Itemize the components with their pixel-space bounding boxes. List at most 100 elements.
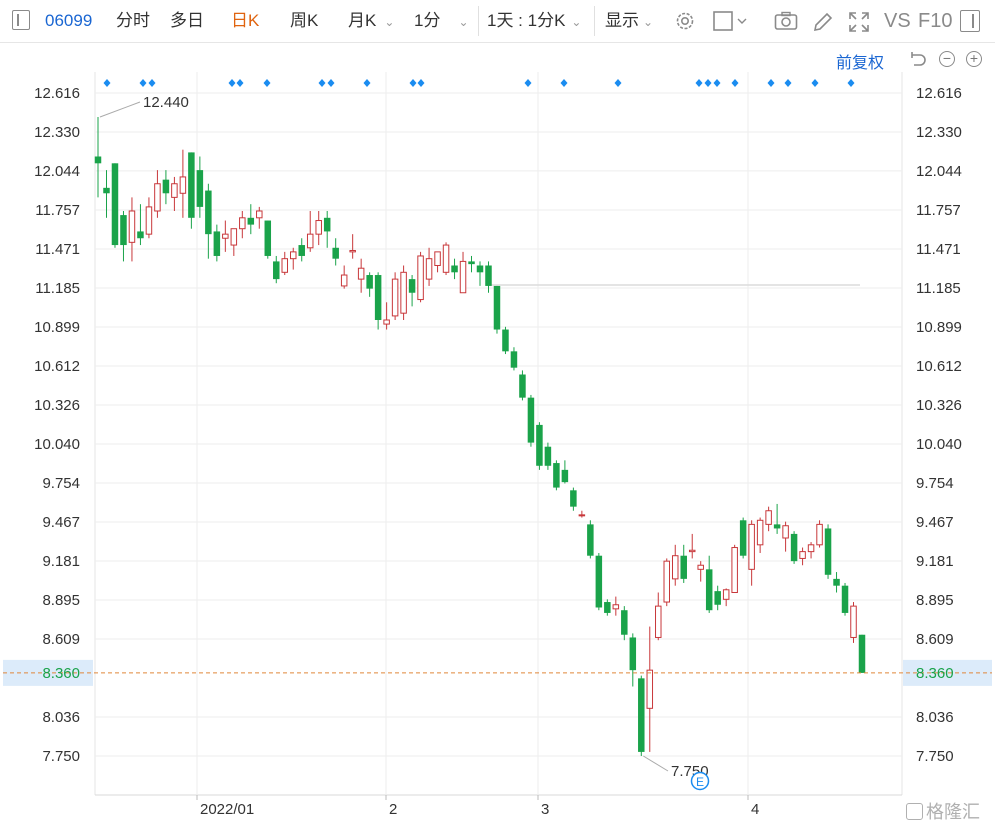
pencil-icon[interactable] — [812, 11, 834, 35]
tab-weekly-k[interactable]: 周K — [290, 9, 318, 33]
candle[interactable] — [502, 326, 509, 355]
candle[interactable] — [765, 506, 772, 532]
candle[interactable] — [162, 170, 170, 205]
candle[interactable] — [205, 183, 212, 259]
event-marker-icon[interactable] — [847, 79, 855, 87]
vs-button[interactable]: VS — [884, 9, 911, 33]
candle[interactable] — [612, 596, 620, 616]
event-marker-icon[interactable] — [417, 79, 425, 87]
candle[interactable] — [773, 503, 781, 534]
candle[interactable] — [748, 520, 755, 586]
candle[interactable] — [536, 422, 543, 470]
candle[interactable] — [544, 442, 552, 470]
event-marker-icon[interactable] — [139, 79, 147, 87]
candle[interactable] — [553, 460, 560, 491]
display-select[interactable]: 显示 ⌄ — [605, 9, 653, 33]
event-marker-icon[interactable] — [560, 79, 568, 87]
candle[interactable] — [171, 176, 178, 211]
candle[interactable] — [383, 302, 390, 330]
candle[interactable] — [391, 272, 399, 320]
candle[interactable] — [705, 555, 713, 613]
candle[interactable] — [527, 394, 535, 447]
candle[interactable] — [366, 272, 373, 297]
candle[interactable] — [281, 251, 289, 276]
candle[interactable] — [587, 520, 594, 559]
candle[interactable] — [323, 210, 331, 248]
candle[interactable] — [315, 210, 322, 246]
event-marker-icon[interactable] — [731, 79, 739, 87]
candle[interactable] — [289, 247, 297, 270]
settings-icon[interactable] — [674, 10, 696, 34]
candle[interactable] — [434, 251, 441, 273]
event-marker-icon[interactable] — [811, 79, 819, 87]
candle[interactable] — [128, 197, 136, 262]
candle[interactable] — [519, 370, 526, 401]
candle[interactable] — [239, 210, 246, 239]
candle[interactable] — [799, 547, 806, 566]
candle[interactable] — [790, 531, 798, 564]
kline-chart[interactable]: 12.616 12.330 12.044 11.757 11.471 11.185 10.8… — [0, 0, 995, 829]
candle[interactable] — [807, 542, 815, 559]
expand-icon[interactable] — [848, 11, 870, 35]
candle[interactable] — [442, 242, 450, 276]
camera-icon[interactable] — [774, 11, 798, 35]
candle[interactable] — [688, 533, 696, 559]
candle[interactable] — [621, 606, 628, 641]
candle[interactable] — [663, 558, 671, 607]
event-marker-icon[interactable] — [524, 79, 532, 87]
tab-monthly-k[interactable]: 月K ⌄ — [348, 9, 394, 33]
candle[interactable] — [731, 544, 738, 593]
candle[interactable] — [298, 238, 305, 262]
event-marker-icon[interactable] — [767, 79, 775, 87]
candle[interactable] — [833, 572, 840, 593]
candle[interactable] — [154, 170, 161, 218]
zoom-out-icon[interactable]: − — [939, 51, 955, 67]
event-marker-icon[interactable] — [148, 79, 156, 87]
event-marker-icon[interactable] — [614, 79, 622, 87]
candle[interactable] — [570, 487, 577, 511]
candle[interactable] — [646, 626, 654, 752]
candle[interactable] — [671, 544, 679, 586]
candle[interactable] — [604, 599, 611, 616]
candle[interactable] — [349, 234, 356, 259]
candle[interactable] — [468, 255, 475, 273]
event-marker-icon[interactable] — [327, 79, 335, 87]
candle[interactable] — [561, 460, 569, 484]
event-marker-icon[interactable] — [228, 79, 236, 87]
candle[interactable] — [120, 210, 127, 262]
candle[interactable] — [408, 275, 416, 307]
panel-icon[interactable] — [960, 10, 980, 32]
candle[interactable] — [782, 521, 789, 552]
event-marker-icon[interactable] — [236, 79, 244, 87]
candle[interactable] — [145, 197, 153, 239]
event-marker-icon[interactable] — [363, 79, 371, 87]
event-marker-icon[interactable] — [103, 79, 111, 87]
candle[interactable] — [306, 210, 314, 252]
candle[interactable] — [179, 149, 187, 218]
event-marker-icon[interactable] — [695, 79, 703, 87]
event-marker-icon[interactable] — [318, 79, 326, 87]
candle[interactable] — [196, 156, 204, 218]
zoom-in-icon[interactable]: + — [966, 51, 982, 67]
tab-multiday[interactable]: 多日 — [170, 9, 204, 33]
candle[interactable] — [493, 285, 501, 334]
candle[interactable] — [230, 228, 238, 256]
candle[interactable] — [510, 347, 518, 371]
candle[interactable] — [816, 520, 823, 548]
range-select[interactable]: 1天 : 1分K ⌄ — [487, 9, 581, 33]
event-markers[interactable] — [103, 79, 855, 87]
candle[interactable] — [332, 238, 339, 266]
candle[interactable] — [578, 510, 586, 518]
candle[interactable] — [451, 258, 458, 280]
event-marker-icon[interactable] — [263, 79, 271, 87]
candle[interactable] — [595, 552, 603, 611]
candle[interactable] — [94, 116, 102, 198]
candle[interactable] — [417, 251, 424, 303]
candle[interactable] — [103, 170, 110, 218]
candle[interactable] — [722, 588, 730, 607]
f10-button[interactable]: F10 — [918, 9, 952, 33]
tab-daily-k[interactable]: 日K — [231, 9, 259, 33]
candle[interactable] — [425, 247, 433, 286]
period-select[interactable]: 1分 ⌄ — [414, 9, 469, 33]
candle[interactable] — [264, 220, 272, 259]
